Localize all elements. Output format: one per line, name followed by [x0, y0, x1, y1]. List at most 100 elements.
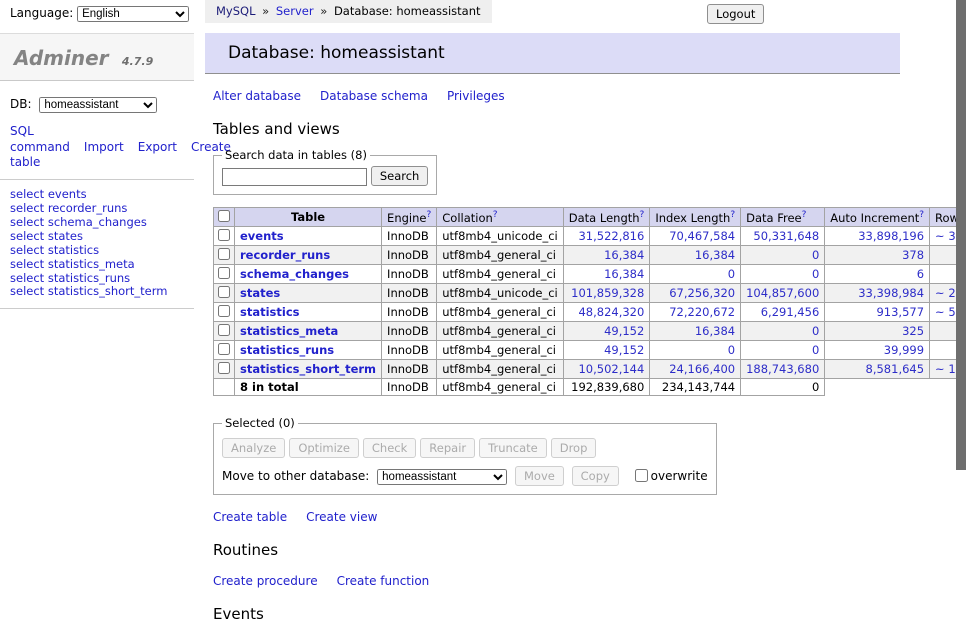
language-row: Language: English: [0, 0, 194, 26]
table-link-recorder_runs[interactable]: recorder_runs: [240, 248, 330, 262]
table-link-events[interactable]: events: [240, 229, 284, 243]
data-length-cell: 101,859,328: [563, 284, 650, 303]
sidebar-link-export[interactable]: Export: [138, 140, 177, 154]
total-index-length-cell: 234,143,744: [650, 379, 741, 396]
link-create-function[interactable]: Create function: [337, 574, 430, 588]
language-select[interactable]: English: [77, 6, 189, 22]
table-row: statesInnoDButf8mb4_unicode_ci101,859,32…: [214, 284, 966, 303]
truncate-button[interactable]: Truncate: [479, 438, 547, 458]
logout-button[interactable]: Logout: [707, 4, 764, 24]
table-link-states[interactable]: states: [240, 286, 280, 300]
auto-increment-cell: 33,398,984: [825, 284, 930, 303]
help-icon[interactable]: ?: [919, 210, 924, 220]
scrollbar-track[interactable]: [956, 0, 966, 543]
action-link-alter-database[interactable]: Alter database: [213, 89, 301, 103]
data-free-cell: 6,291,456: [741, 303, 825, 322]
breadcrumb-separator: »: [256, 4, 276, 18]
column-header-auto-increment: Auto Increment?: [825, 208, 930, 227]
sidebar-item-statistics_runs[interactable]: select statistics_runs: [10, 271, 184, 285]
row-checkbox[interactable]: [218, 229, 230, 241]
row-checkbox[interactable]: [218, 362, 230, 374]
action-link-privileges[interactable]: Privileges: [447, 89, 505, 103]
selected-legend: Selected (0): [222, 416, 298, 430]
table-name-cell: schema_changes: [235, 265, 382, 284]
data-free-cell: 0: [741, 322, 825, 341]
column-header-collation: Collation?: [437, 208, 564, 227]
sidebar-item-statistics_meta[interactable]: select statistics_meta: [10, 257, 184, 271]
help-icon[interactable]: ?: [640, 210, 645, 220]
sidebar-item-statistics_short_term[interactable]: select statistics_short_term: [10, 285, 184, 299]
link-create-procedure[interactable]: Create procedure: [213, 574, 318, 588]
sidebar-divider-top: [0, 179, 194, 180]
move-db-select[interactable]: homeassistant: [377, 469, 507, 485]
total-data-length-cell: 192,839,680: [563, 379, 650, 396]
column-header-table: Table: [235, 208, 382, 227]
data-free-cell: 0: [741, 246, 825, 265]
auto-increment-cell: 325: [825, 322, 930, 341]
column-header-data-length: Data Length?: [563, 208, 650, 227]
column-header-label: Index Length: [655, 211, 730, 225]
breadcrumb-link-server[interactable]: Server: [276, 4, 314, 18]
sidebar-item-recorder_runs[interactable]: select recorder_runs: [10, 202, 184, 216]
action-link-database-schema[interactable]: Database schema: [320, 89, 428, 103]
scrollbar-thumb[interactable]: [956, 0, 966, 470]
tables-and-views-heading: Tables and views: [213, 120, 900, 138]
table-link-statistics_runs[interactable]: statistics_runs: [240, 343, 334, 357]
table-name-cell: statistics_runs: [235, 341, 382, 360]
table-link-statistics_short_term[interactable]: statistics_short_term: [240, 362, 376, 376]
breadcrumb-link-mysql[interactable]: MySQL: [216, 4, 256, 18]
search-fieldset: Search data in tables (8) Search: [213, 148, 437, 195]
total-engine-cell: InnoDB: [382, 379, 437, 396]
index-length-cell: 16,384: [650, 322, 741, 341]
engine-cell: InnoDB: [382, 227, 437, 246]
sidebar: Language: English Adminer 4.7.9 DB: home…: [0, 0, 194, 316]
table-name-cell: statistics: [235, 303, 382, 322]
sidebar-link-sql-command[interactable]: SQL command: [10, 124, 70, 154]
sidebar-item-events[interactable]: select events: [10, 188, 184, 202]
overwrite-label[interactable]: overwrite: [631, 469, 708, 483]
table-row: statistics_short_termInnoDButf8mb4_gener…: [214, 360, 966, 379]
search-input[interactable]: [222, 168, 367, 186]
row-checkbox[interactable]: [218, 267, 230, 279]
column-header-label: Data Length: [569, 211, 640, 225]
db-select[interactable]: homeassistant: [39, 97, 157, 113]
row-checkbox[interactable]: [218, 305, 230, 317]
row-checkbox[interactable]: [218, 343, 230, 355]
row-checkbox[interactable]: [218, 286, 230, 298]
sidebar-item-statistics[interactable]: select statistics: [10, 243, 184, 257]
repair-button[interactable]: Repair: [420, 438, 475, 458]
sidebar-item-states[interactable]: select states: [10, 229, 184, 243]
copy-button[interactable]: Copy: [572, 466, 619, 486]
overwrite-checkbox[interactable]: [635, 469, 648, 482]
move-button[interactable]: Move: [515, 466, 564, 486]
table-link-schema_changes[interactable]: schema_changes: [240, 267, 349, 281]
help-icon[interactable]: ?: [802, 210, 807, 220]
select-all-checkbox[interactable]: [218, 210, 230, 222]
main-content: MySQL » Server » Database: homeassistant…: [205, 0, 900, 633]
help-icon[interactable]: ?: [493, 210, 498, 220]
sidebar-link-import[interactable]: Import: [84, 140, 124, 154]
row-checkbox[interactable]: [218, 324, 230, 336]
selected-buttons-row: AnalyzeOptimizeCheckRepairTruncateDrop: [222, 438, 708, 458]
auto-increment-cell: 33,898,196: [825, 227, 930, 246]
link-create-table[interactable]: Create table: [213, 510, 287, 524]
optimize-button[interactable]: Optimize: [289, 438, 359, 458]
help-icon[interactable]: ?: [426, 210, 431, 220]
help-icon[interactable]: ?: [730, 210, 735, 220]
sidebar-item-schema_changes[interactable]: select schema_changes: [10, 216, 184, 230]
row-checkbox[interactable]: [218, 248, 230, 260]
check-button[interactable]: Check: [363, 438, 416, 458]
column-header-label: Table: [291, 210, 325, 224]
link-create-view[interactable]: Create view: [306, 510, 377, 524]
sidebar-divider-bottom: [0, 308, 194, 309]
search-button[interactable]: Search: [371, 166, 429, 186]
data-free-cell: 0: [741, 265, 825, 284]
auto-increment-cell: 913,577: [825, 303, 930, 322]
data-length-cell: 16,384: [563, 246, 650, 265]
table-link-statistics[interactable]: statistics: [240, 305, 300, 319]
analyze-button[interactable]: Analyze: [222, 438, 285, 458]
table-link-statistics_meta[interactable]: statistics_meta: [240, 324, 338, 338]
app-version[interactable]: 4.7.9: [122, 55, 153, 68]
row-checkbox-cell: [214, 227, 235, 246]
drop-button[interactable]: Drop: [551, 438, 597, 458]
